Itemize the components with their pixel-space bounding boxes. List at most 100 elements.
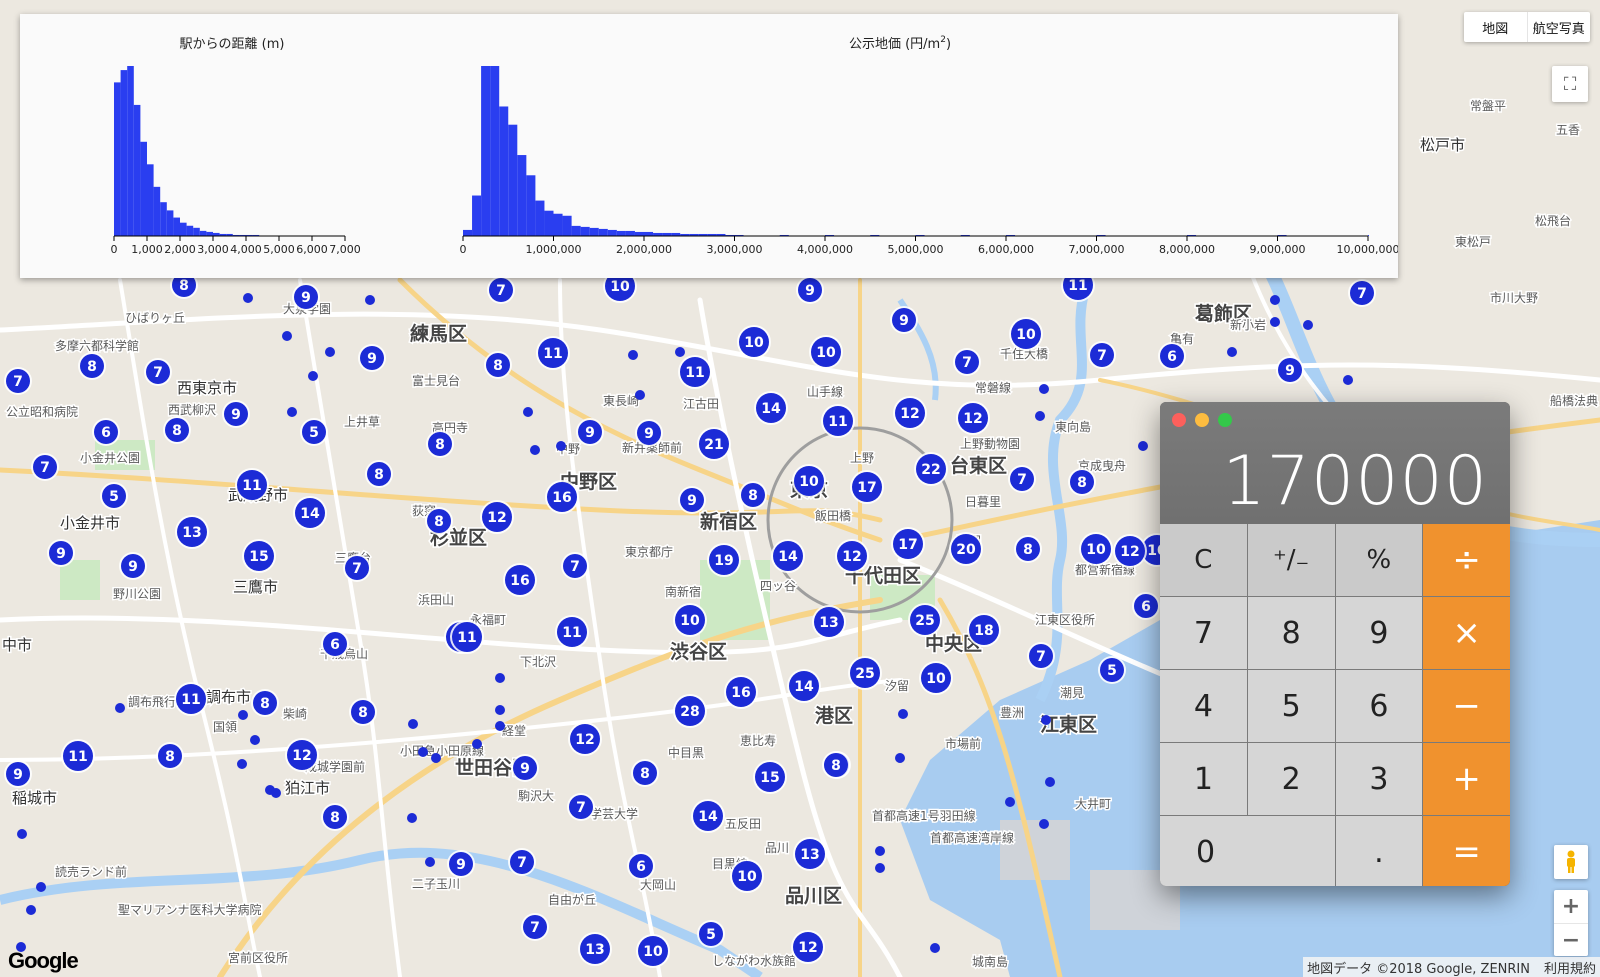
cluster-marker[interactable]: 8	[822, 751, 850, 779]
cluster-marker[interactable]: 16	[724, 675, 758, 709]
calculator-titlebar[interactable]: 170000	[1160, 402, 1510, 524]
cluster-marker[interactable]: 9	[222, 400, 250, 428]
property-point[interactable]	[495, 721, 505, 731]
cluster-marker[interactable]: 7	[343, 554, 371, 582]
cluster-marker[interactable]: 6	[1158, 342, 1186, 370]
calc-key[interactable]: 1	[1160, 743, 1247, 815]
cluster-marker[interactable]: 9	[796, 276, 824, 304]
cluster-marker[interactable]: 9	[447, 850, 475, 878]
cluster-marker[interactable]: 18	[967, 613, 1001, 647]
cluster-marker[interactable]: 13	[578, 932, 612, 966]
cluster-marker[interactable]: 9	[4, 760, 32, 788]
cluster-marker[interactable]: 7	[508, 848, 536, 876]
calc-key[interactable]: 6	[1335, 670, 1423, 742]
cluster-marker[interactable]: 10	[737, 325, 771, 359]
property-point[interactable]	[425, 857, 435, 867]
cluster-marker[interactable]: 5	[1098, 656, 1126, 684]
cluster-marker[interactable]: 8	[631, 759, 659, 787]
cluster-marker[interactable]: 9	[292, 283, 320, 311]
property-point[interactable]	[523, 407, 533, 417]
property-point[interactable]	[635, 390, 645, 400]
property-point[interactable]	[1035, 411, 1045, 421]
cluster-marker[interactable]: 10	[673, 603, 707, 637]
property-point[interactable]	[875, 846, 885, 856]
property-point[interactable]	[898, 709, 908, 719]
cluster-marker[interactable]: 13	[793, 837, 827, 871]
fullscreen-icon[interactable]: ⛶	[1552, 66, 1588, 102]
cluster-marker[interactable]: 14	[787, 669, 821, 703]
zoom-button[interactable]	[1218, 413, 1232, 427]
calc-key[interactable]: ×	[1423, 597, 1510, 669]
property-point[interactable]	[115, 703, 125, 713]
cluster-marker[interactable]: 10	[809, 335, 843, 369]
property-point[interactable]	[875, 863, 885, 873]
property-point[interactable]	[930, 943, 940, 953]
cluster-marker[interactable]: 20	[949, 532, 983, 566]
cluster-marker[interactable]: 17	[850, 470, 884, 504]
property-point[interactable]	[556, 441, 566, 451]
terms-link[interactable]: 利用規約	[1544, 958, 1596, 977]
property-point[interactable]	[365, 295, 375, 305]
cluster-marker[interactable]: 7	[1027, 642, 1055, 670]
property-point[interactable]	[495, 673, 505, 683]
cluster-marker[interactable]: 15	[242, 539, 276, 573]
zoom-out-button[interactable]: −	[1554, 924, 1588, 957]
cluster-marker[interactable]: 13	[812, 605, 846, 639]
calc-key[interactable]: =	[1423, 816, 1510, 886]
cluster-marker[interactable]: 10	[730, 859, 764, 893]
property-point[interactable]	[308, 371, 318, 381]
property-point[interactable]	[1041, 715, 1051, 725]
calc-key[interactable]: 3	[1335, 743, 1423, 815]
property-point[interactable]	[237, 759, 247, 769]
cluster-marker[interactable]: 8	[349, 698, 377, 726]
property-point[interactable]	[17, 829, 27, 839]
cluster-marker[interactable]: 7	[521, 913, 549, 941]
calc-key[interactable]: 9	[1335, 597, 1423, 669]
property-point[interactable]	[287, 407, 297, 417]
cluster-marker[interactable]: 8	[739, 481, 767, 509]
cluster-marker[interactable]: 21	[697, 427, 731, 461]
property-point[interactable]	[408, 719, 418, 729]
cluster-marker[interactable]: 14	[293, 496, 327, 530]
property-point[interactable]	[36, 882, 46, 892]
cluster-marker[interactable]: 28	[673, 694, 707, 728]
property-point[interactable]	[325, 347, 335, 357]
calc-key[interactable]: +	[1423, 743, 1510, 815]
property-point[interactable]	[418, 747, 428, 757]
cluster-marker[interactable]: 8	[484, 351, 512, 379]
cluster-marker[interactable]: 22	[914, 452, 948, 486]
cluster-marker[interactable]: 12	[956, 401, 990, 435]
cluster-marker[interactable]: 7	[1348, 279, 1376, 307]
property-point[interactable]	[243, 293, 253, 303]
cluster-marker[interactable]: 7	[4, 367, 32, 395]
cluster-marker[interactable]: 7	[144, 358, 172, 386]
property-point[interactable]	[1343, 375, 1353, 385]
cluster-marker[interactable]: 10	[636, 934, 670, 968]
cluster-marker[interactable]: 8	[156, 742, 184, 770]
cluster-marker[interactable]: 17	[891, 527, 925, 561]
cluster-marker[interactable]: 10	[1009, 317, 1043, 351]
cluster-marker[interactable]: 11	[174, 682, 208, 716]
cluster-marker[interactable]: 6	[321, 630, 349, 658]
cluster-marker[interactable]: 12	[568, 722, 602, 756]
cluster-marker[interactable]: 12	[835, 539, 869, 573]
cluster-marker[interactable]: 5	[100, 482, 128, 510]
cluster-marker[interactable]: 9	[890, 306, 918, 334]
cluster-marker[interactable]: 7	[31, 453, 59, 481]
property-point[interactable]	[675, 347, 685, 357]
cluster-marker[interactable]: 11	[235, 468, 269, 502]
property-point[interactable]	[530, 445, 540, 455]
cluster-marker[interactable]: 10	[792, 464, 826, 498]
cluster-marker[interactable]: 9	[119, 552, 147, 580]
cluster-marker[interactable]: 7	[561, 552, 589, 580]
calc-key[interactable]: 7	[1160, 597, 1247, 669]
cluster-marker[interactable]: 11	[450, 620, 484, 654]
cluster-marker[interactable]: 14	[691, 799, 725, 833]
cluster-marker[interactable]: 8	[163, 416, 191, 444]
cluster-marker[interactable]: 7	[1008, 465, 1036, 493]
cluster-marker[interactable]: 6	[627, 852, 655, 880]
calc-key[interactable]: 8	[1247, 597, 1335, 669]
cluster-marker[interactable]: 8	[426, 430, 454, 458]
cluster-marker[interactable]: 12	[893, 396, 927, 430]
cluster-marker[interactable]: 8	[365, 460, 393, 488]
